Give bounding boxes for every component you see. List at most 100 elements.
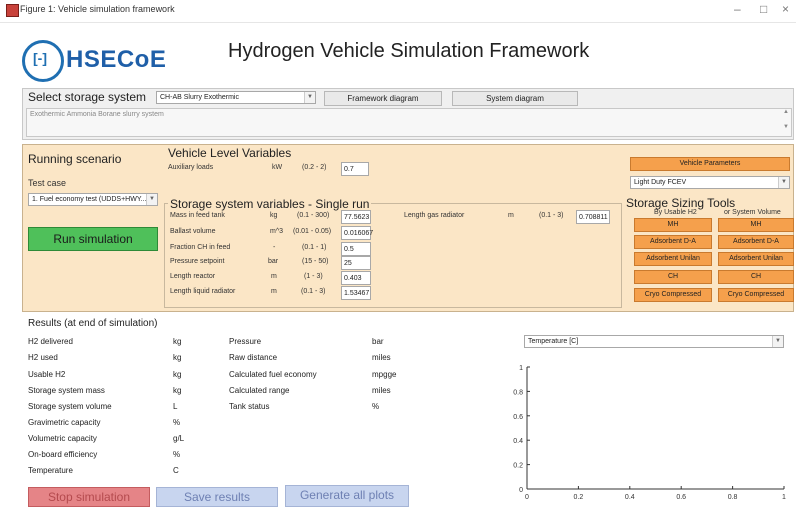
sv-input-2[interactable]: 0.5	[341, 242, 371, 256]
result-left-unit-6: g/L	[173, 434, 185, 443]
aux-loads-range: (0.2 - 2)	[302, 164, 327, 171]
sv-range-3: (15 - 50)	[302, 258, 329, 265]
result-left-unit-7: %	[173, 450, 181, 459]
sizing-h2-cryo-button[interactable]: Cryo Compressed	[634, 288, 712, 302]
sizing-vol-adsorbent-unilan-button[interactable]: Adsorbent Unilan	[718, 252, 794, 266]
system-diagram-button[interactable]: System diagram	[452, 91, 578, 106]
sv-unit-3: bar	[268, 258, 279, 265]
y-tick-label-2: 0.4	[513, 438, 523, 445]
result-left-label-6: Volumetric capacity	[28, 434, 97, 443]
chevron-down-icon: ▼	[146, 194, 157, 205]
sv-unit-2: -	[273, 244, 276, 251]
storage-description: Exothermic Ammonia Borane slurry system …	[26, 108, 792, 137]
sizing-h2-mh-button[interactable]: MH	[634, 218, 712, 232]
sv-input-4[interactable]: 0.403	[341, 271, 371, 285]
x-tick-label-5: 1	[782, 494, 786, 501]
sv-range-1: (0.01 - 0.05)	[293, 228, 332, 235]
test-case-label: Test case	[28, 178, 67, 188]
vehicle-type-select[interactable]: Light Duty FCEV ▼	[630, 176, 790, 189]
result-left-unit-0: kg	[173, 337, 182, 346]
sv-input-3[interactable]: 25	[341, 256, 371, 270]
run-simulation-button[interactable]: Run simulation	[28, 227, 158, 251]
result-right-unit-2: mpgge	[372, 370, 397, 379]
x-tick-label-0: 0	[525, 494, 529, 501]
framework-diagram-button[interactable]: Framework diagram	[324, 91, 442, 106]
vehicle-parameters-button[interactable]: Vehicle Parameters	[630, 157, 790, 171]
gas-radiator-input[interactable]: 0.708811	[576, 210, 610, 224]
y-tick-label-0: 0	[519, 487, 523, 494]
plot-area: 0 0.2 0.4 0.6 0.8 1 0 0.2 0.4 0.6 0.8 1	[513, 365, 786, 501]
sv-input-5[interactable]: 1.53467	[341, 286, 371, 300]
result-right-unit-1: miles	[372, 353, 391, 362]
sizing-title: Storage Sizing Tools	[626, 196, 736, 210]
sizing-vol-mh-button[interactable]: MH	[718, 218, 794, 232]
storage-select[interactable]: CH-AB Slurry Exothermic ▼	[156, 91, 316, 104]
aux-loads-input[interactable]: 0.7	[341, 162, 369, 176]
app-icon	[6, 4, 19, 17]
stop-simulation-button[interactable]: Stop simulation	[28, 487, 150, 507]
sv-unit-1: m^3	[270, 228, 284, 235]
chevron-down-icon: ▼	[778, 177, 789, 188]
result-left-unit-5: %	[173, 418, 181, 427]
minimize-icon[interactable]: –	[734, 2, 741, 16]
y-tick-label-4: 0.8	[513, 389, 523, 396]
result-left-unit-1: kg	[173, 353, 182, 362]
result-left-unit-4: L	[173, 402, 178, 411]
sv-label-1: Ballast volume	[170, 228, 216, 235]
y-tick-label-1: 0.2	[513, 463, 523, 470]
storage-label: Select storage system	[28, 90, 147, 104]
sv-range-2: (0.1 - 1)	[302, 244, 327, 251]
sv-range-4: (1 - 3)	[304, 273, 323, 280]
plot-variable-select[interactable]: Temperature [C] ▼	[524, 335, 784, 348]
sizing-h2-adsorbent-unilan-button[interactable]: Adsorbent Unilan	[634, 252, 712, 266]
result-left-unit-2: kg	[173, 370, 182, 379]
gas-radiator-unit: m	[508, 212, 514, 219]
close-icon[interactable]: ×	[782, 2, 789, 16]
generate-all-plots-button[interactable]: Generate all plots	[285, 485, 409, 507]
window-title: Figure 1: Vehicle simulation framework	[20, 4, 175, 14]
test-case-select[interactable]: 1. Fuel economy test (UDDS+HWY... ▼	[28, 193, 158, 206]
result-right-label-3: Calculated range	[229, 386, 290, 395]
result-left-unit-8: C	[173, 466, 179, 475]
save-results-button[interactable]: Save results	[156, 487, 278, 507]
scenario-title: Running scenario	[28, 152, 122, 166]
sv-label-2: Fraction CH in feed	[170, 244, 231, 251]
x-tick-label-1: 0.2	[574, 494, 584, 501]
sizing-vol-adsorbent-da-button[interactable]: Adsorbent D-A	[718, 235, 794, 249]
sv-input-1[interactable]: 0.016067	[341, 226, 373, 240]
vehicle-type-value: Light Duty FCEV	[634, 179, 687, 186]
result-left-label-1: H2 used	[28, 353, 58, 362]
sv-unit-4: m	[271, 273, 277, 280]
scroll-down-icon[interactable]: ▼	[783, 124, 789, 130]
storage-vars-title: Storage system variables - Single run	[168, 197, 372, 211]
page-title: Hydrogen Vehicle Simulation Framework	[228, 40, 590, 62]
sizing-vol-ch-button[interactable]: CH	[718, 270, 794, 284]
y-tick-label-3: 0.6	[513, 414, 523, 421]
storage-select-value: CH-AB Slurry Exothermic	[160, 94, 239, 101]
sv-label-5: Length liquid radiator	[170, 288, 236, 295]
sv-unit-0: kg	[270, 212, 278, 219]
result-right-label-1: Raw distance	[229, 353, 278, 362]
scroll-up-icon[interactable]: ▲	[783, 109, 789, 115]
sizing-h2-adsorbent-da-button[interactable]: Adsorbent D-A	[634, 235, 712, 249]
sv-label-0: Mass in feed tank	[170, 212, 225, 219]
window-titlebar: Figure 1: Vehicle simulation framework –…	[0, 0, 796, 23]
gas-radiator-range: (0.1 - 3)	[539, 212, 564, 219]
sv-input-0[interactable]: 77.5623	[341, 210, 371, 224]
sv-range-0: (0.1 - 300)	[297, 212, 330, 219]
chevron-down-icon: ▼	[772, 336, 783, 347]
y-tick-label-5: 1	[519, 365, 523, 372]
vehicle-vars-title: Vehicle Level Variables	[168, 146, 292, 160]
result-left-label-7: On-board efficiency	[28, 450, 98, 459]
result-right-unit-3: miles	[372, 386, 391, 395]
result-left-unit-3: kg	[173, 386, 182, 395]
x-tick-label-2: 0.4	[625, 494, 635, 501]
result-right-label-2: Calculated fuel economy	[229, 370, 317, 379]
maximize-icon[interactable]: □	[760, 2, 767, 16]
sizing-vol-cryo-button[interactable]: Cryo Compressed	[718, 288, 794, 302]
result-left-label-3: Storage system mass	[28, 386, 105, 395]
sizing-h2-ch-button[interactable]: CH	[634, 270, 712, 284]
sv-label-4: Length reactor	[170, 273, 216, 280]
result-left-label-8: Temperature	[28, 466, 73, 475]
result-right-unit-0: bar	[372, 337, 384, 346]
